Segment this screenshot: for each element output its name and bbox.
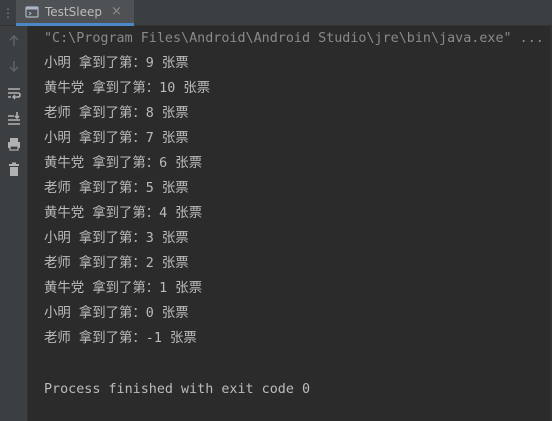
close-icon[interactable]: × — [111, 5, 122, 18]
output-line: 小明 拿到了第：3 张票 — [44, 231, 189, 246]
print-icon[interactable] — [5, 135, 23, 153]
up-arrow-icon[interactable] — [5, 32, 23, 50]
output-line: 黄牛党 拿到了第：1 张票 — [44, 281, 203, 296]
output-line: 老师 拿到了第：5 张票 — [44, 181, 189, 196]
output-line: 黄牛党 拿到了第：4 张票 — [44, 206, 203, 221]
exit-message: Process finished with exit code 0 — [44, 382, 311, 397]
console-output[interactable]: "C:\Program Files\Android\Android Studio… — [28, 26, 552, 421]
more-options-icon[interactable]: ⋮ — [0, 0, 16, 26]
tab-testsleep[interactable]: TestSleep × — [16, 0, 134, 26]
soft-wrap-icon[interactable] — [5, 84, 23, 102]
output-line: 小明 拿到了第：0 张票 — [44, 306, 189, 321]
output-line: 黄牛党 拿到了第：6 张票 — [44, 156, 203, 171]
run-config-icon — [25, 5, 39, 18]
output-line: 老师 拿到了第：-1 张票 — [44, 331, 197, 346]
command-line: "C:\Program Files\Android\Android Studio… — [44, 31, 544, 46]
output-line: 老师 拿到了第：2 张票 — [44, 256, 189, 271]
output-line: 黄牛党 拿到了第：10 张票 — [44, 81, 211, 96]
down-arrow-icon[interactable] — [5, 57, 23, 75]
tab-label: TestSleep — [45, 4, 102, 19]
output-line: 老师 拿到了第：8 张票 — [44, 106, 189, 121]
output-line: 小明 拿到了第：7 张票 — [44, 131, 189, 146]
run-tab-bar: ⋮ TestSleep × — [0, 0, 552, 26]
output-line: 小明 拿到了第：9 张票 — [44, 56, 189, 71]
run-tool-window: ⋮ TestSleep × "C:\Program Files\Android\… — [0, 0, 552, 421]
scroll-to-end-icon[interactable] — [5, 109, 23, 127]
console-toolbar — [0, 26, 28, 421]
trash-icon[interactable] — [5, 160, 23, 178]
